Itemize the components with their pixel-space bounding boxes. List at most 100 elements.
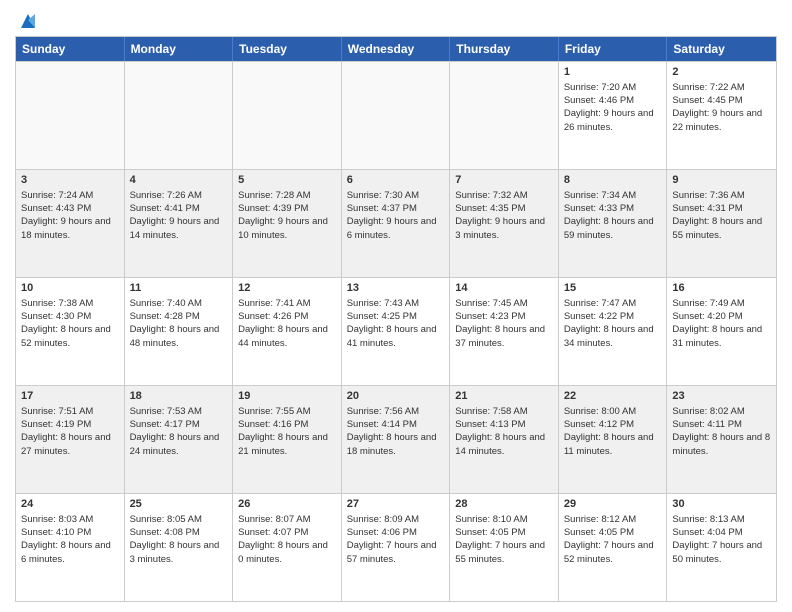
- cal-cell: 4Sunrise: 7:26 AMSunset: 4:41 PMDaylight…: [125, 170, 234, 277]
- cell-text: Sunrise: 7:56 AMSunset: 4:14 PMDaylight:…: [347, 405, 445, 458]
- page: SundayMondayTuesdayWednesdayThursdayFrid…: [0, 0, 792, 612]
- header-day-thursday: Thursday: [450, 37, 559, 61]
- calendar-body: 1Sunrise: 7:20 AMSunset: 4:46 PMDaylight…: [16, 61, 776, 601]
- cal-cell: 15Sunrise: 7:47 AMSunset: 4:22 PMDayligh…: [559, 278, 668, 385]
- cal-cell: [125, 62, 234, 169]
- day-number: 23: [672, 389, 771, 404]
- header-day-friday: Friday: [559, 37, 668, 61]
- cell-text: Sunrise: 7:47 AMSunset: 4:22 PMDaylight:…: [564, 297, 662, 350]
- cell-text: Sunrise: 8:10 AMSunset: 4:05 PMDaylight:…: [455, 513, 553, 566]
- cell-text: Sunrise: 7:22 AMSunset: 4:45 PMDaylight:…: [672, 81, 771, 134]
- cal-cell: 26Sunrise: 8:07 AMSunset: 4:07 PMDayligh…: [233, 494, 342, 601]
- day-number: 21: [455, 389, 553, 404]
- cal-cell: 6Sunrise: 7:30 AMSunset: 4:37 PMDaylight…: [342, 170, 451, 277]
- cell-text: Sunrise: 8:07 AMSunset: 4:07 PMDaylight:…: [238, 513, 336, 566]
- cell-text: Sunrise: 7:26 AMSunset: 4:41 PMDaylight:…: [130, 189, 228, 242]
- day-number: 7: [455, 173, 553, 188]
- day-number: 9: [672, 173, 771, 188]
- header-day-sunday: Sunday: [16, 37, 125, 61]
- calendar-row-3: 17Sunrise: 7:51 AMSunset: 4:19 PMDayligh…: [16, 385, 776, 493]
- cell-text: Sunrise: 8:09 AMSunset: 4:06 PMDaylight:…: [347, 513, 445, 566]
- cal-cell: 29Sunrise: 8:12 AMSunset: 4:05 PMDayligh…: [559, 494, 668, 601]
- day-number: 2: [672, 65, 771, 80]
- header-day-tuesday: Tuesday: [233, 37, 342, 61]
- day-number: 14: [455, 281, 553, 296]
- cell-text: Sunrise: 7:24 AMSunset: 4:43 PMDaylight:…: [21, 189, 119, 242]
- cal-cell: 17Sunrise: 7:51 AMSunset: 4:19 PMDayligh…: [16, 386, 125, 493]
- cell-text: Sunrise: 8:13 AMSunset: 4:04 PMDaylight:…: [672, 513, 771, 566]
- cal-cell: 2Sunrise: 7:22 AMSunset: 4:45 PMDaylight…: [667, 62, 776, 169]
- logo: [15, 14, 39, 28]
- cal-cell: 11Sunrise: 7:40 AMSunset: 4:28 PMDayligh…: [125, 278, 234, 385]
- day-number: 28: [455, 497, 553, 512]
- day-number: 25: [130, 497, 228, 512]
- cal-cell: 1Sunrise: 7:20 AMSunset: 4:46 PMDaylight…: [559, 62, 668, 169]
- calendar-header: SundayMondayTuesdayWednesdayThursdayFrid…: [16, 37, 776, 61]
- cell-text: Sunrise: 7:53 AMSunset: 4:17 PMDaylight:…: [130, 405, 228, 458]
- header-day-wednesday: Wednesday: [342, 37, 451, 61]
- cell-text: Sunrise: 7:32 AMSunset: 4:35 PMDaylight:…: [455, 189, 553, 242]
- header-day-saturday: Saturday: [667, 37, 776, 61]
- day-number: 27: [347, 497, 445, 512]
- cal-cell: 30Sunrise: 8:13 AMSunset: 4:04 PMDayligh…: [667, 494, 776, 601]
- cal-cell: 25Sunrise: 8:05 AMSunset: 4:08 PMDayligh…: [125, 494, 234, 601]
- cal-cell: [450, 62, 559, 169]
- cal-cell: 16Sunrise: 7:49 AMSunset: 4:20 PMDayligh…: [667, 278, 776, 385]
- calendar: SundayMondayTuesdayWednesdayThursdayFrid…: [15, 36, 777, 602]
- cell-text: Sunrise: 7:55 AMSunset: 4:16 PMDaylight:…: [238, 405, 336, 458]
- cell-text: Sunrise: 8:12 AMSunset: 4:05 PMDaylight:…: [564, 513, 662, 566]
- day-number: 24: [21, 497, 119, 512]
- cal-cell: [342, 62, 451, 169]
- calendar-row-4: 24Sunrise: 8:03 AMSunset: 4:10 PMDayligh…: [16, 493, 776, 601]
- day-number: 19: [238, 389, 336, 404]
- day-number: 8: [564, 173, 662, 188]
- cal-cell: [16, 62, 125, 169]
- cal-cell: 3Sunrise: 7:24 AMSunset: 4:43 PMDaylight…: [16, 170, 125, 277]
- day-number: 29: [564, 497, 662, 512]
- day-number: 16: [672, 281, 771, 296]
- cal-cell: 5Sunrise: 7:28 AMSunset: 4:39 PMDaylight…: [233, 170, 342, 277]
- cell-text: Sunrise: 7:28 AMSunset: 4:39 PMDaylight:…: [238, 189, 336, 242]
- day-number: 12: [238, 281, 336, 296]
- cal-cell: 27Sunrise: 8:09 AMSunset: 4:06 PMDayligh…: [342, 494, 451, 601]
- cal-cell: 8Sunrise: 7:34 AMSunset: 4:33 PMDaylight…: [559, 170, 668, 277]
- cal-cell: 23Sunrise: 8:02 AMSunset: 4:11 PMDayligh…: [667, 386, 776, 493]
- day-number: 26: [238, 497, 336, 512]
- day-number: 5: [238, 173, 336, 188]
- day-number: 4: [130, 173, 228, 188]
- cell-text: Sunrise: 7:58 AMSunset: 4:13 PMDaylight:…: [455, 405, 553, 458]
- cal-cell: 14Sunrise: 7:45 AMSunset: 4:23 PMDayligh…: [450, 278, 559, 385]
- cal-cell: 10Sunrise: 7:38 AMSunset: 4:30 PMDayligh…: [16, 278, 125, 385]
- cell-text: Sunrise: 7:41 AMSunset: 4:26 PMDaylight:…: [238, 297, 336, 350]
- cell-text: Sunrise: 7:30 AMSunset: 4:37 PMDaylight:…: [347, 189, 445, 242]
- header: [15, 10, 777, 28]
- cal-cell: 7Sunrise: 7:32 AMSunset: 4:35 PMDaylight…: [450, 170, 559, 277]
- day-number: 10: [21, 281, 119, 296]
- calendar-row-2: 10Sunrise: 7:38 AMSunset: 4:30 PMDayligh…: [16, 277, 776, 385]
- day-number: 6: [347, 173, 445, 188]
- logo-icon: [17, 10, 39, 32]
- calendar-row-1: 3Sunrise: 7:24 AMSunset: 4:43 PMDaylight…: [16, 169, 776, 277]
- cal-cell: 9Sunrise: 7:36 AMSunset: 4:31 PMDaylight…: [667, 170, 776, 277]
- cal-cell: 24Sunrise: 8:03 AMSunset: 4:10 PMDayligh…: [16, 494, 125, 601]
- day-number: 18: [130, 389, 228, 404]
- cell-text: Sunrise: 7:45 AMSunset: 4:23 PMDaylight:…: [455, 297, 553, 350]
- cal-cell: [233, 62, 342, 169]
- cal-cell: 18Sunrise: 7:53 AMSunset: 4:17 PMDayligh…: [125, 386, 234, 493]
- day-number: 11: [130, 281, 228, 296]
- cal-cell: 22Sunrise: 8:00 AMSunset: 4:12 PMDayligh…: [559, 386, 668, 493]
- cell-text: Sunrise: 7:49 AMSunset: 4:20 PMDaylight:…: [672, 297, 771, 350]
- header-day-monday: Monday: [125, 37, 234, 61]
- cell-text: Sunrise: 7:40 AMSunset: 4:28 PMDaylight:…: [130, 297, 228, 350]
- day-number: 15: [564, 281, 662, 296]
- cell-text: Sunrise: 8:05 AMSunset: 4:08 PMDaylight:…: [130, 513, 228, 566]
- day-number: 22: [564, 389, 662, 404]
- cell-text: Sunrise: 7:36 AMSunset: 4:31 PMDaylight:…: [672, 189, 771, 242]
- day-number: 20: [347, 389, 445, 404]
- cal-cell: 20Sunrise: 7:56 AMSunset: 4:14 PMDayligh…: [342, 386, 451, 493]
- cell-text: Sunrise: 7:38 AMSunset: 4:30 PMDaylight:…: [21, 297, 119, 350]
- day-number: 30: [672, 497, 771, 512]
- day-number: 1: [564, 65, 662, 80]
- cal-cell: 28Sunrise: 8:10 AMSunset: 4:05 PMDayligh…: [450, 494, 559, 601]
- cell-text: Sunrise: 8:03 AMSunset: 4:10 PMDaylight:…: [21, 513, 119, 566]
